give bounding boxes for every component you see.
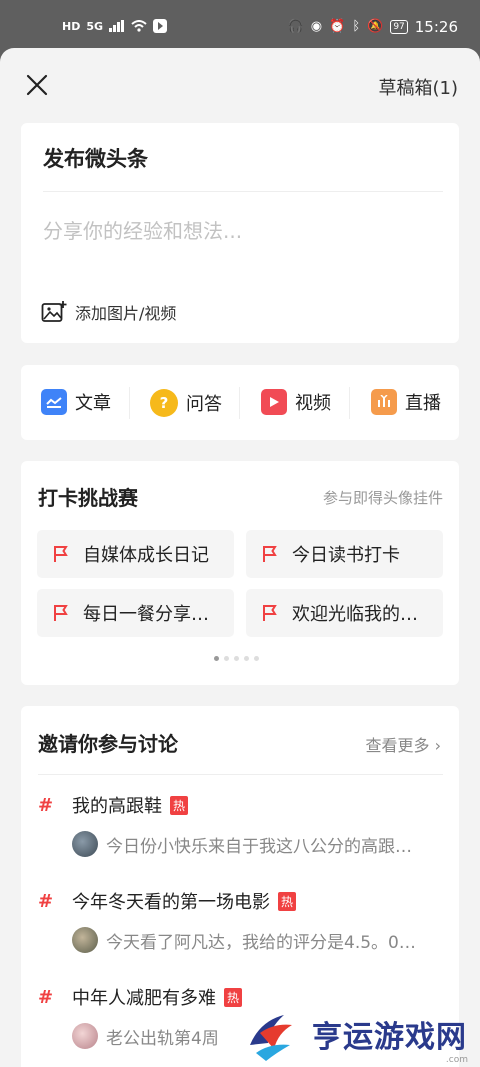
watermark: 亨运游戏网 .com [240, 1000, 480, 1067]
type-live[interactable]: 直播 [371, 389, 441, 415]
battery-indicator: 97 [390, 20, 408, 34]
type-video[interactable]: 视频 [261, 389, 331, 415]
topic-item[interactable]: # 今年冬天看的第一场电影 热 今天看了阿凡达，我给的评分是4.5。0… [38, 888, 448, 953]
close-icon[interactable] [24, 72, 50, 98]
challenge-item[interactable]: 每日一餐分享… [37, 589, 234, 637]
compose-input[interactable]: 分享你的经验和想法... [43, 215, 242, 244]
divider [43, 191, 443, 192]
clock: 15:26 [414, 18, 458, 36]
signal-icon [109, 20, 125, 32]
challenge-card: 打卡挑战赛 参与即得头像挂件 自媒体成长日记 今日读书打卡 每日一餐分享… 欢迎… [21, 461, 459, 685]
avatar [72, 831, 98, 857]
compose-card: 发布微头条 分享你的经验和想法... 添加图片/视频 [21, 123, 459, 343]
challenge-item-label: 自媒体成长日记 [83, 545, 209, 566]
type-article[interactable]: 文章 [41, 389, 111, 415]
mute-icon: 🔕 [367, 19, 384, 34]
type-article-label: 文章 [75, 393, 111, 414]
type-qa[interactable]: ? 问答 [150, 389, 222, 417]
compose-title: 发布微头条 [43, 147, 148, 171]
avatar [72, 1023, 98, 1049]
challenge-item-label: 今日读书打卡 [292, 545, 400, 566]
type-video-label: 视频 [295, 393, 331, 414]
topic-item[interactable]: # 我的高跟鞋 热 今日份小快乐来自于我这八公分的高跟… [38, 792, 448, 857]
divider [129, 387, 130, 419]
type-live-label: 直播 [405, 393, 441, 414]
challenge-hint: 参与即得头像挂件 [322, 489, 443, 507]
hd-indicator: HD [62, 19, 81, 33]
hashtag-icon: # [38, 986, 54, 1008]
hot-badge: 热 [278, 891, 297, 911]
topic-name: 我的高跟鞋 [72, 796, 162, 817]
watermark-text: 亨运游戏网 [312, 1019, 467, 1055]
see-more-label: 查看更多 [365, 736, 430, 755]
challenge-item[interactable]: 欢迎光临我的… [246, 589, 443, 637]
publish-sheet: 草稿箱(1) 发布微头条 分享你的经验和想法... 添加图片/视频 文章 ? 问… [0, 48, 480, 1067]
watermark-logo-icon [250, 1014, 292, 1061]
page-dot [254, 656, 259, 661]
hashtag-icon: # [38, 890, 54, 912]
divider [349, 387, 350, 419]
topic-name: 今年冬天看的第一场电影 [72, 892, 270, 913]
challenge-item[interactable]: 自媒体成长日记 [37, 530, 234, 578]
challenge-title: 打卡挑战赛 [38, 486, 138, 510]
flag-icon [54, 546, 68, 562]
add-media-label: 添加图片/视频 [75, 304, 177, 323]
flag-icon [54, 605, 68, 621]
headphones-icon: 🎧 [287, 19, 304, 34]
watermark-sub: .com [445, 1055, 468, 1065]
challenge-item-label: 每日一餐分享… [83, 604, 209, 625]
page-dot [244, 656, 249, 661]
article-icon [41, 389, 67, 415]
page-dot [214, 656, 219, 661]
post-type-card: 文章 ? 问答 视频 直播 [21, 365, 459, 440]
page-indicator [214, 656, 259, 661]
status-right: 🎧 ◉ ⏰ ᛒ 🔕 97 15:26 [288, 18, 458, 36]
type-qa-label: 问答 [186, 394, 222, 415]
page-dot [234, 656, 239, 661]
divider [38, 774, 443, 775]
alarm-icon: ⏰ [329, 19, 346, 34]
page-dot [224, 656, 229, 661]
sheet-header: 草稿箱(1) [0, 48, 480, 124]
hashtag-icon: # [38, 794, 54, 816]
flag-icon [263, 605, 277, 621]
topic-name: 中年人减肥有多难 [72, 988, 216, 1009]
video-icon [261, 389, 287, 415]
bluetooth-icon: ᛒ [352, 19, 361, 34]
topic-snippet: 今日份小快乐来自于我这八公分的高跟… [106, 836, 412, 857]
add-image-icon [41, 301, 67, 322]
app-notification-icon [153, 19, 168, 33]
qa-icon: ? [150, 389, 178, 417]
live-icon [371, 389, 397, 415]
see-more-button[interactable]: 查看更多 › [365, 732, 441, 756]
status-left: HD 5G [62, 19, 168, 33]
drafts-button[interactable]: 草稿箱(1) [379, 74, 459, 100]
divider [239, 387, 240, 419]
hot-badge: 热 [170, 795, 189, 815]
avatar [72, 927, 98, 953]
add-media-button[interactable]: 添加图片/视频 [41, 300, 176, 324]
network-indicator: 5G [86, 19, 104, 33]
challenge-item-label: 欢迎光临我的… [292, 604, 418, 625]
flag-icon [263, 546, 277, 562]
chevron-right-icon: › [434, 736, 441, 755]
topic-snippet: 今天看了阿凡达，我给的评分是4.5。0… [106, 932, 416, 953]
eye-icon: ◉ [310, 19, 323, 34]
challenge-item[interactable]: 今日读书打卡 [246, 530, 443, 578]
wifi-icon [131, 20, 147, 32]
discussion-title: 邀请你参与讨论 [38, 732, 178, 756]
status-bar: HD 5G 🎧 ◉ ⏰ ᛒ 🔕 97 15:26 [0, 0, 480, 48]
